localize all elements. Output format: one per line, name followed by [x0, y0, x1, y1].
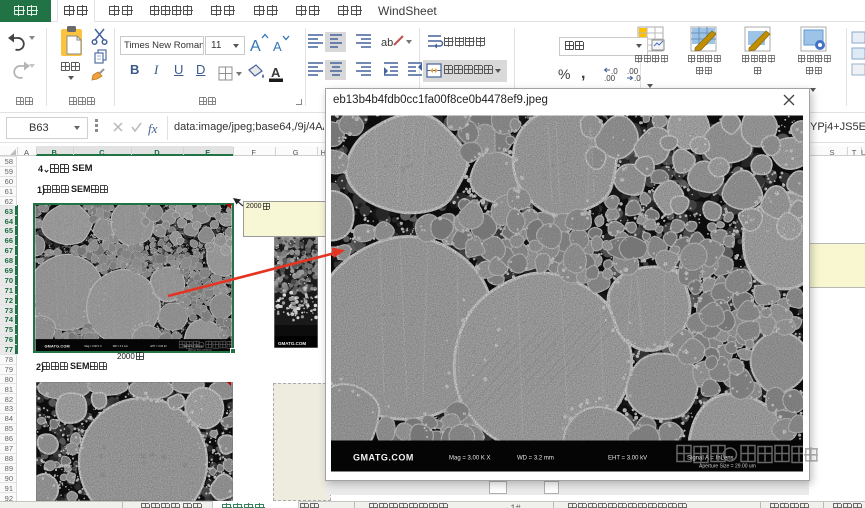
svg-text:A: A [273, 39, 282, 54]
svg-text:%: % [558, 66, 570, 82]
svg-text:,: , [581, 65, 585, 82]
svg-text:ab: ab [381, 37, 393, 49]
svg-text:A: A [250, 38, 261, 55]
svg-text:A: A [271, 65, 281, 80]
svg-text:.00: .00 [604, 74, 616, 83]
svg-text:fx: fx [148, 121, 158, 136]
svg-text:.0: .0 [634, 74, 641, 83]
